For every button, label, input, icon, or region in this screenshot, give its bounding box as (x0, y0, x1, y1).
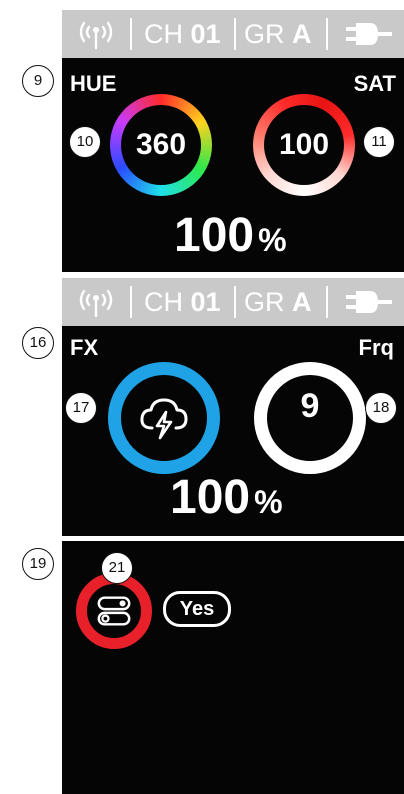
status-separator (326, 286, 328, 318)
group-value: A (292, 19, 312, 49)
status-bar: CH 01 GR A (62, 278, 404, 326)
channel-value: 01 (190, 19, 221, 49)
callout-9: 9 (22, 65, 54, 97)
channel-indicator: CH 01 (144, 287, 221, 317)
toggle-dial[interactable] (76, 573, 152, 649)
intensity-unit: % (254, 484, 283, 520)
callout-17: 17 (65, 392, 97, 424)
status-separator (326, 18, 328, 50)
callout-11: 11 (363, 126, 395, 158)
intensity-value: 100 (174, 209, 255, 262)
fx-label: FX (70, 335, 99, 360)
yes-button[interactable]: Yes (163, 591, 231, 627)
frequency-value: 9 (300, 387, 320, 425)
channel-label: CH (144, 287, 183, 317)
group-indicator: GR A (244, 19, 312, 49)
status-separator (234, 18, 236, 50)
callout-21: 21 (101, 552, 133, 584)
intensity-readout: 100% (170, 470, 283, 525)
hue-value: 360 (135, 128, 187, 161)
power-plug-icon (346, 23, 392, 45)
status-bar: CH 01 GR A (62, 10, 404, 58)
storm-cloud-lightning-icon (140, 398, 188, 440)
group-label: GR (244, 287, 285, 317)
status-separator (234, 286, 236, 318)
channel-indicator: CH 01 (144, 19, 221, 49)
intensity-value: 100 (170, 471, 251, 524)
fx-dial[interactable] (108, 362, 220, 474)
wireless-antenna-icon (79, 21, 113, 50)
saturation-value: 100 (278, 128, 330, 161)
power-plug-icon (346, 291, 392, 313)
callout-19: 19 (22, 548, 54, 580)
fx-screen: CH 01 GR A FX Frq 9 100% (62, 278, 404, 536)
hue-sat-screen: CH 01 GR A HUE SAT 360 100 100% (62, 10, 404, 272)
channel-label: CH (144, 19, 183, 49)
toggle-switches-icon (97, 596, 131, 626)
callout-10: 10 (69, 126, 101, 158)
intensity-readout: 100% (174, 208, 287, 263)
status-separator (130, 286, 132, 318)
hue-label: HUE (70, 71, 117, 96)
intensity-unit: % (258, 222, 287, 258)
group-indicator: GR A (244, 287, 312, 317)
group-value: A (292, 287, 312, 317)
callout-18: 18 (365, 392, 397, 424)
status-separator (130, 18, 132, 50)
sat-label: SAT (353, 71, 396, 96)
wireless-antenna-icon (79, 289, 113, 318)
group-label: GR (244, 19, 285, 49)
frq-label: Frq (358, 335, 394, 360)
callout-16: 16 (22, 327, 54, 359)
channel-value: 01 (190, 287, 221, 317)
